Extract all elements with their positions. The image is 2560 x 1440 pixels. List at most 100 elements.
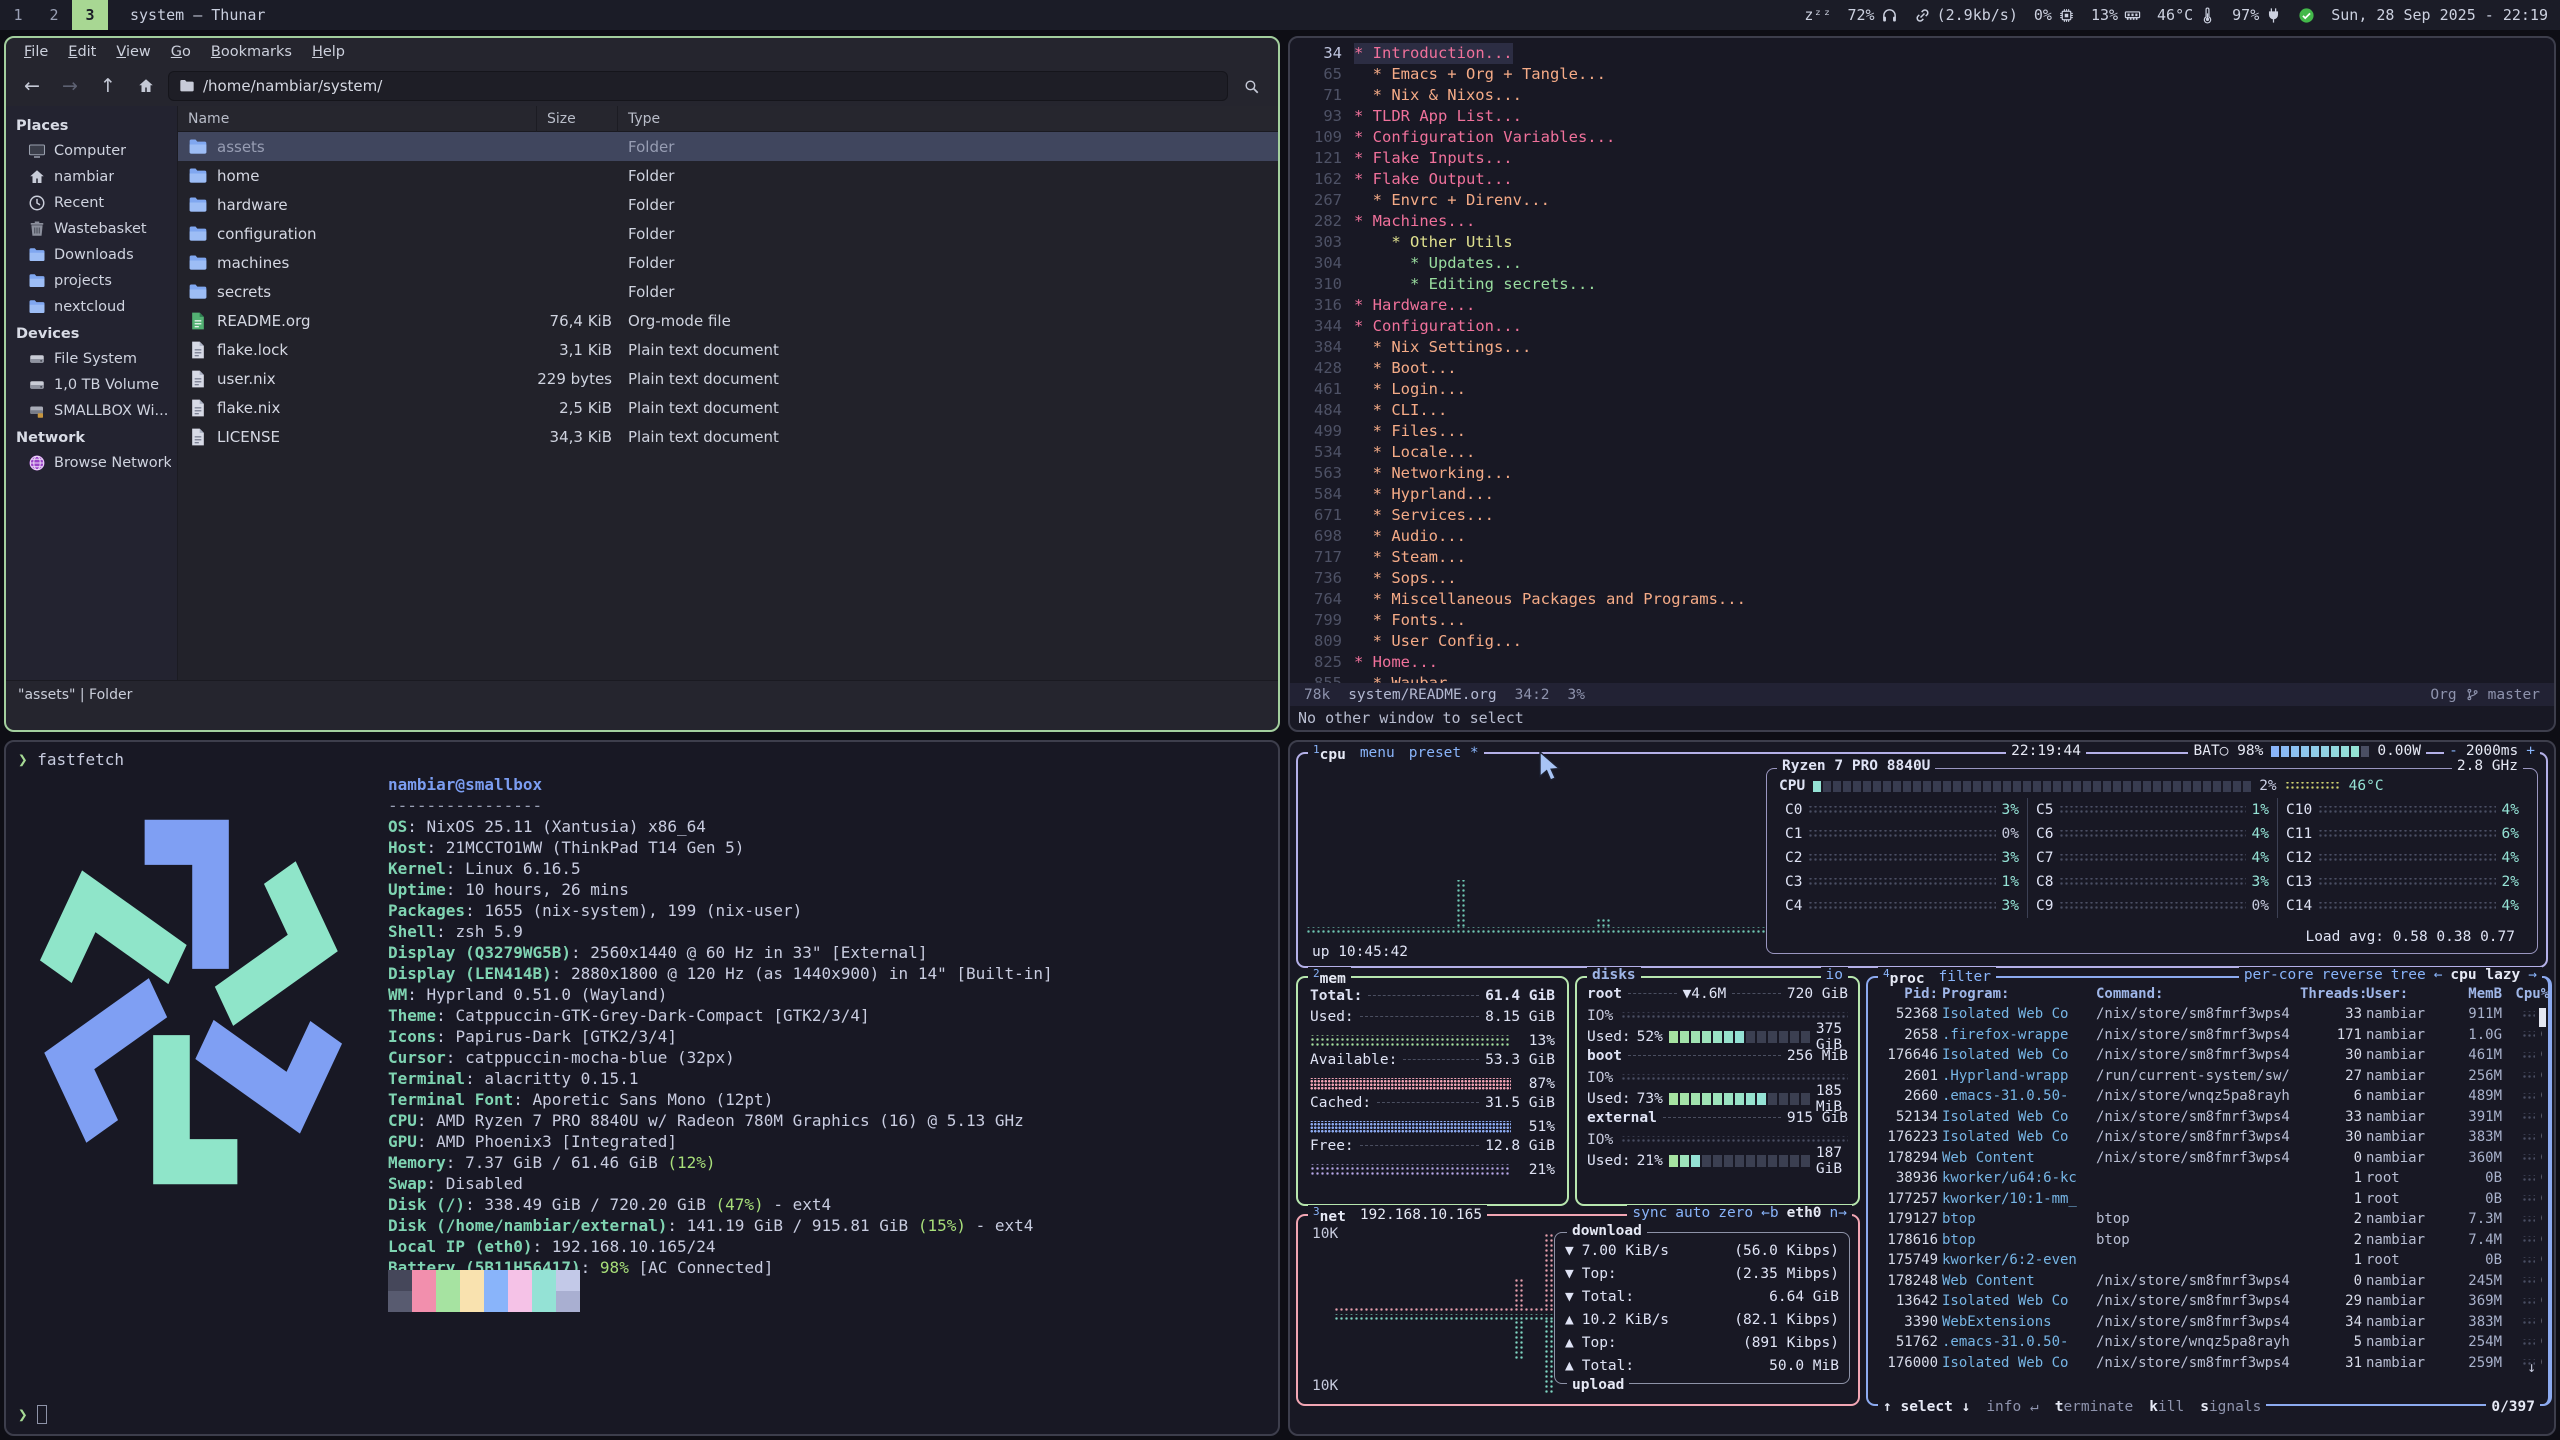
filter-button[interactable]: filter: [1939, 969, 1991, 985]
proc-header-5[interactable]: MemB: [2450, 986, 2502, 1002]
sync-button[interactable]: sync: [1632, 1205, 1667, 1221]
file-row-assets[interactable]: assetsFolder: [178, 132, 1278, 161]
proc-footer-controls: ↑ select ↓ info ↵ terminate kill signals: [1878, 1399, 2266, 1415]
proc-row-177257[interactable]: 177257kworker/10:1-mm_1root0B0.0: [1876, 1189, 2542, 1210]
preset-button[interactable]: preset *: [1409, 745, 1479, 761]
proc-footer-kill[interactable]: kill: [2149, 1399, 2184, 1415]
proc-row-178616[interactable]: 178616btopbtop2nambiar7.4M0.0: [1876, 1230, 2542, 1251]
proc-footer-select[interactable]: ↑ select ↓: [1883, 1399, 1970, 1415]
sidebar-item-browse-network[interactable]: Browse Network: [6, 450, 177, 476]
interval-minus-button[interactable]: -: [2449, 743, 2458, 759]
file-row-LICENSE[interactable]: LICENSE34,3 KiBPlain text document: [178, 422, 1278, 451]
org-heading-line: 34* Introduction...: [1296, 43, 2554, 64]
file-row-flake.nix[interactable]: flake.nix2,5 KiBPlain text document: [178, 393, 1278, 422]
shell-prompt[interactable]: ❯: [18, 1405, 47, 1424]
proc-header-2[interactable]: Command:: [2096, 986, 2296, 1002]
workspace-3[interactable]: 3: [72, 0, 108, 30]
file-row-secrets[interactable]: secretsFolder: [178, 277, 1278, 306]
forward-button[interactable]: →: [54, 71, 86, 101]
list-header[interactable]: NameSizeType: [178, 106, 1278, 132]
sidebar-item-nambiar[interactable]: nambiar: [6, 164, 177, 190]
sidebar-item-downloads[interactable]: Downloads: [6, 242, 177, 268]
zero-button[interactable]: zero: [1718, 1205, 1753, 1221]
proc-header-3[interactable]: Threads:: [2300, 986, 2362, 1002]
menu-file[interactable]: File: [16, 41, 56, 63]
file-row-flake.lock[interactable]: flake.lock3,1 KiBPlain text document: [178, 335, 1278, 364]
reverse-button[interactable]: reverse: [2322, 967, 2383, 983]
proc-header-1[interactable]: Program:: [1942, 986, 2092, 1002]
menu-help[interactable]: Help: [304, 41, 353, 63]
sidebar-item-smallbox-wi-[interactable]: SMALLBOX Wi...: [6, 398, 177, 424]
core-row-C6: C64%: [2027, 822, 2277, 846]
iface-next-button[interactable]: n→: [1830, 1205, 1847, 1221]
proc-row-13642[interactable]: 13642Isolated Web Co/nix/store/sm8fmrf3w…: [1876, 1291, 2542, 1312]
file-row-machines[interactable]: machinesFolder: [178, 248, 1278, 277]
search-button[interactable]: [1234, 71, 1268, 101]
proc-row-52134[interactable]: 52134Isolated Web Co/nix/store/sm8fmrf3w…: [1876, 1107, 2542, 1128]
sort-next-button[interactable]: →: [2528, 967, 2537, 983]
file-row-configuration[interactable]: configurationFolder: [178, 219, 1278, 248]
workspace-1[interactable]: 1: [0, 0, 36, 30]
menu-go[interactable]: Go: [163, 41, 199, 63]
terminal-window[interactable]: ❯ fastfetch nambiar@smallbox------------…: [4, 740, 1280, 1436]
sidebar-item-projects[interactable]: projects: [6, 268, 177, 294]
proc-scrollbar[interactable]: [2539, 1008, 2546, 1027]
iface-prev-button[interactable]: ←b: [1761, 1205, 1778, 1221]
proc-header-6[interactable]: Cpu% ↑: [2506, 986, 2556, 1002]
back-button[interactable]: ←: [16, 71, 48, 101]
column-header-name[interactable]: Name: [178, 106, 537, 132]
proc-row-51762[interactable]: 51762.emacs-31.0.50-/nix/store/wnqz5pa8r…: [1876, 1332, 2542, 1353]
proc-row-176000[interactable]: 176000Isolated Web Co/nix/store/sm8fmrf3…: [1876, 1353, 2542, 1374]
emacs-buffer[interactable]: 34* Introduction...65* Emacs + Org + Tan…: [1290, 38, 2554, 683]
proc-row-2658[interactable]: 2658.firefox-wrappe/nix/store/sm8fmrf3wp…: [1876, 1025, 2542, 1046]
sidebar-item-computer[interactable]: Computer: [6, 138, 177, 164]
file-row-home[interactable]: homeFolder: [178, 161, 1278, 190]
column-header-type[interactable]: Type: [618, 106, 1278, 132]
proc-row-3390[interactable]: 3390WebExtensions/nix/store/sm8fmrf3wps4…: [1876, 1312, 2542, 1333]
proc-row-178294[interactable]: 178294Web Content/nix/store/sm8fmrf3wps4…: [1876, 1148, 2542, 1169]
tree-button[interactable]: tree: [2391, 967, 2426, 983]
file-row-hardware[interactable]: hardwareFolder: [178, 190, 1278, 219]
sort-prev-button[interactable]: ←: [2434, 967, 2443, 983]
file-row-README.org[interactable]: README.org76,4 KiBOrg-mode file: [178, 306, 1278, 335]
file-row-user.nix[interactable]: user.nix229 bytesPlain text document: [178, 364, 1278, 393]
proc-row-176646[interactable]: 176646Isolated Web Co/nix/store/sm8fmrf3…: [1876, 1045, 2542, 1066]
sidebar-item-file-system[interactable]: File System: [6, 346, 177, 372]
proc-footer-signals[interactable]: signals: [2200, 1399, 2261, 1415]
proc-row-2660[interactable]: 2660.emacs-31.0.50-/nix/store/wnqz5pa8ra…: [1876, 1086, 2542, 1107]
auto-button[interactable]: auto: [1675, 1205, 1710, 1221]
scroll-down-indicator: ↓: [2527, 1360, 2536, 1376]
home-button[interactable]: [130, 71, 162, 101]
proc-row-179127[interactable]: 179127btopbtop2nambiar7.3M0.0: [1876, 1209, 2542, 1230]
major-mode: Org: [2430, 687, 2456, 703]
sidebar-item-wastebasket[interactable]: Wastebasket: [6, 216, 177, 242]
proc-footer-info[interactable]: info ↵: [1986, 1399, 2038, 1415]
mem-stat: Available:53.3 GiB: [1310, 1052, 1555, 1073]
proc-header-0[interactable]: Pid:: [1876, 986, 1938, 1002]
workspace-2[interactable]: 2: [36, 0, 72, 30]
sidebar-item-recent[interactable]: Recent: [6, 190, 177, 216]
per-core-button[interactable]: per-core: [2244, 967, 2314, 983]
menu-button[interactable]: menu: [1360, 745, 1395, 761]
mem-box-label: mem: [1320, 971, 1346, 987]
proc-row-175749[interactable]: 175749kworker/6:2-even1root0B0.0: [1876, 1250, 2542, 1271]
menu-view[interactable]: View: [108, 41, 158, 63]
io-mode-button[interactable]: io: [1821, 967, 1848, 983]
proc-row-176223[interactable]: 176223Isolated Web Co/nix/store/sm8fmrf3…: [1876, 1127, 2542, 1148]
proc-row-52368[interactable]: 52368Isolated Web Co/nix/store/sm8fmrf3w…: [1876, 1004, 2542, 1025]
column-header-size[interactable]: Size: [537, 106, 618, 132]
path-field[interactable]: /home/nambiar/system/: [168, 71, 1228, 101]
proc-row-178248[interactable]: 178248Web Content/nix/store/sm8fmrf3wps4…: [1876, 1271, 2542, 1292]
interval-plus-button[interactable]: +: [2526, 743, 2535, 759]
proc-footer-terminate[interactable]: terminate: [2055, 1399, 2134, 1415]
sidebar-item-1-0-tb-volume[interactable]: 1,0 TB Volume: [6, 372, 177, 398]
menu-bookmarks[interactable]: Bookmarks: [203, 41, 300, 63]
sidebar-item-nextcloud[interactable]: nextcloud: [6, 294, 177, 320]
up-button[interactable]: ↑: [92, 71, 124, 101]
proc-header-4[interactable]: User:: [2366, 986, 2446, 1002]
net-stat-row: ▲10.2 KiB/s(82.1 Kibps): [1565, 1308, 1839, 1331]
menu-edit[interactable]: Edit: [60, 41, 104, 63]
proc-row-38936[interactable]: 38936kworker/u64:6-kc1root0B0.0: [1876, 1168, 2542, 1189]
proc-row-2601[interactable]: 2601.Hyprland-wrapp/run/current-system/s…: [1876, 1066, 2542, 1087]
net-stat-row: ▼7.00 KiB/s(56.0 Kibps): [1565, 1239, 1839, 1262]
